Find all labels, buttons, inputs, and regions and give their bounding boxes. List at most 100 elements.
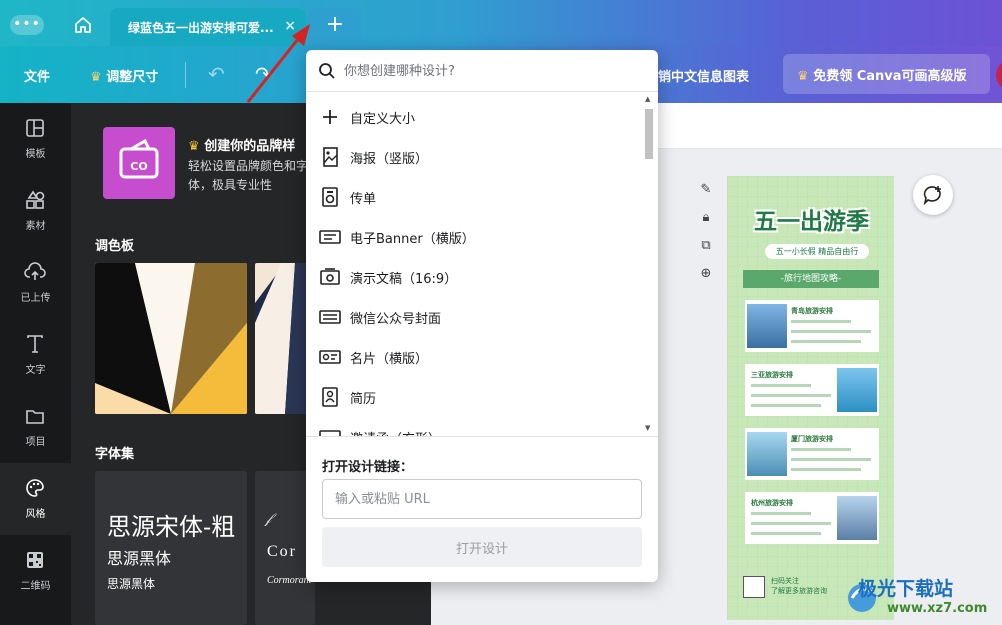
poster-footer-line: 扫码关注 bbox=[771, 577, 799, 585]
scroll-up-icon[interactable]: ▲ bbox=[645, 95, 650, 103]
template-icon bbox=[26, 119, 44, 137]
plus-icon bbox=[323, 110, 337, 124]
poster-item-line bbox=[791, 458, 871, 461]
upgrade-button[interactable]: ♛ 免费领 Canva可画高级版 bbox=[783, 54, 990, 94]
list-item-label: 演示文稿（16:9） bbox=[350, 272, 458, 287]
resize-button[interactable]: ♛ 调整尺寸 bbox=[90, 66, 158, 85]
design-search bbox=[306, 50, 658, 92]
avatar[interactable] bbox=[996, 60, 1002, 90]
scroll-down-icon[interactable]: ▼ bbox=[645, 424, 650, 432]
design-search-input[interactable] bbox=[344, 59, 644, 83]
design-title[interactable]: 销中文信息图表 bbox=[658, 66, 749, 85]
crown-icon: ♛ bbox=[188, 139, 200, 154]
poster-item-line bbox=[751, 512, 811, 515]
design-type-business-card[interactable]: 名片（横版） bbox=[306, 337, 640, 377]
city-photo bbox=[747, 304, 787, 348]
search-icon bbox=[319, 63, 335, 79]
poster-band: -旅行地图攻略- bbox=[743, 270, 879, 288]
poster-item: 三亚旅游安排 bbox=[745, 364, 879, 416]
resume-icon bbox=[322, 387, 338, 407]
list-item-label: 简历 bbox=[350, 392, 377, 407]
font-sample-heading: Cor bbox=[267, 543, 297, 560]
presentation-icon bbox=[320, 268, 340, 285]
brand-card-icon: CO bbox=[119, 138, 159, 179]
toolbar-divider bbox=[185, 62, 186, 88]
design-type-flyer[interactable]: 传单 bbox=[306, 177, 640, 217]
sidebar-item-uploads[interactable]: 已上传 bbox=[0, 247, 71, 319]
poster-item-line bbox=[751, 404, 821, 407]
palette-icon bbox=[26, 479, 44, 497]
tab-strip: ••• 绿蓝色五一出游安排可爱... × + bbox=[0, 0, 1002, 46]
sidebar-item-styles[interactable]: 风格 bbox=[0, 463, 71, 535]
text-icon bbox=[27, 335, 43, 353]
design-url-input[interactable] bbox=[322, 479, 642, 519]
sidebar-item-label: 模板 bbox=[25, 149, 46, 160]
crown-icon: ♛ bbox=[90, 70, 102, 85]
poster-subtitle: 五一小长假 精品自由行 bbox=[765, 244, 869, 259]
scroll-thumb[interactable] bbox=[645, 109, 653, 159]
poster-item-line bbox=[751, 522, 831, 525]
comment-button[interactable] bbox=[913, 175, 953, 215]
brand-kit-title[interactable]: ♛ 创建你的品牌样 bbox=[188, 135, 295, 154]
sidebar-item-projects[interactable]: 项目 bbox=[0, 391, 71, 463]
list-item-label: 电子Banner（横版） bbox=[350, 232, 475, 247]
sidebar-item-label: 二维码 bbox=[20, 581, 51, 592]
menu-button[interactable]: ••• bbox=[10, 15, 44, 35]
folder-icon bbox=[26, 410, 44, 424]
add-page-icon[interactable]: ⊕ bbox=[696, 266, 716, 294]
design-type-presentation[interactable]: 演示文稿（16:9） bbox=[306, 257, 640, 297]
sidebar-item-label: 项目 bbox=[25, 437, 46, 448]
design-type-banner[interactable]: 电子Banner（横版） bbox=[306, 217, 640, 257]
poster-footer-line: 了解更多旅游咨询 bbox=[771, 587, 827, 595]
banner-icon bbox=[319, 230, 341, 244]
brand-kit-icon[interactable]: CO bbox=[103, 127, 175, 199]
font-sample-heading: 思源宋体-粗 bbox=[107, 513, 236, 541]
page-tools: ✎ 🔒︎ ⧉ ⊕ bbox=[696, 182, 716, 294]
poster-item-line bbox=[751, 532, 821, 535]
business-card-icon bbox=[319, 350, 341, 364]
add-comment-icon bbox=[923, 186, 941, 206]
lock-icon[interactable]: 🔒︎ bbox=[696, 210, 716, 238]
poster-qrcode bbox=[743, 576, 765, 598]
poster-item: 厦门旅游安排 bbox=[745, 428, 879, 480]
open-design-button[interactable]: 打开设计 bbox=[322, 527, 642, 567]
popup-divider bbox=[306, 436, 658, 437]
design-type-wechat-cover[interactable]: 微信公众号封面 bbox=[306, 297, 640, 337]
duplicate-page-icon[interactable]: ⧉ bbox=[696, 238, 716, 266]
file-menu[interactable]: 文件 bbox=[24, 66, 50, 85]
home-button[interactable] bbox=[66, 10, 100, 40]
palette-section-title: 调色板 bbox=[95, 239, 135, 254]
sidebar-item-label: 文字 bbox=[25, 365, 46, 376]
resize-label: 调整尺寸 bbox=[106, 70, 159, 85]
design-type-invitation[interactable]: 邀请函（方形） bbox=[306, 417, 640, 436]
wechat-cover-icon bbox=[319, 310, 341, 324]
poster-icon bbox=[323, 147, 338, 167]
poster-item: 杭州旅游安排 bbox=[745, 492, 879, 544]
sidebar-item-elements[interactable]: 素材 bbox=[0, 175, 71, 247]
list-scrollbar[interactable]: ▲ ▼ bbox=[642, 93, 656, 436]
undo-icon[interactable]: ↶ bbox=[208, 62, 225, 86]
palette-swatch-1[interactable] bbox=[95, 263, 247, 414]
font-sample-subheading: 思源黑体 bbox=[107, 549, 172, 568]
fonts-section-title: 字体集 bbox=[95, 447, 135, 462]
sidebar-item-text[interactable]: 文字 bbox=[0, 319, 71, 391]
poster-footer: 扫码关注 了解更多旅游咨询 bbox=[771, 576, 827, 596]
font-sample-script: 𝒻 bbox=[265, 511, 272, 527]
notes-icon[interactable]: ✎ bbox=[696, 182, 716, 210]
watermark-url: www.xz7.com bbox=[887, 601, 988, 616]
poster-item-line bbox=[791, 340, 861, 343]
list-item-label: 名片（横版） bbox=[350, 352, 429, 367]
open-link-label: 打开设计链接： bbox=[322, 460, 414, 475]
sidebar-item-templates[interactable]: 模板 bbox=[0, 103, 71, 175]
invitation-icon bbox=[319, 430, 341, 436]
design-type-poster[interactable]: 海报（竖版） bbox=[306, 137, 640, 177]
font-set-card-1[interactable]: 思源宋体-粗 思源黑体 思源黑体 bbox=[95, 471, 247, 625]
design-type-custom-size[interactable]: 自定义大小 bbox=[306, 97, 640, 137]
sidebar-item-qrcode[interactable]: 二维码 bbox=[0, 535, 71, 607]
sidebar-item-label: 风格 bbox=[25, 509, 46, 520]
skyline-photo bbox=[837, 496, 877, 540]
design-type-resume[interactable]: 简历 bbox=[306, 377, 640, 417]
list-item-label: 邀请函（方形） bbox=[350, 428, 441, 436]
annotation-arrow bbox=[246, 24, 310, 103]
design-poster[interactable]: 五一出游季 五一小长假 精品自由行 -旅行地图攻略- 青岛旅游安排 三亚旅游安排… bbox=[727, 176, 894, 620]
